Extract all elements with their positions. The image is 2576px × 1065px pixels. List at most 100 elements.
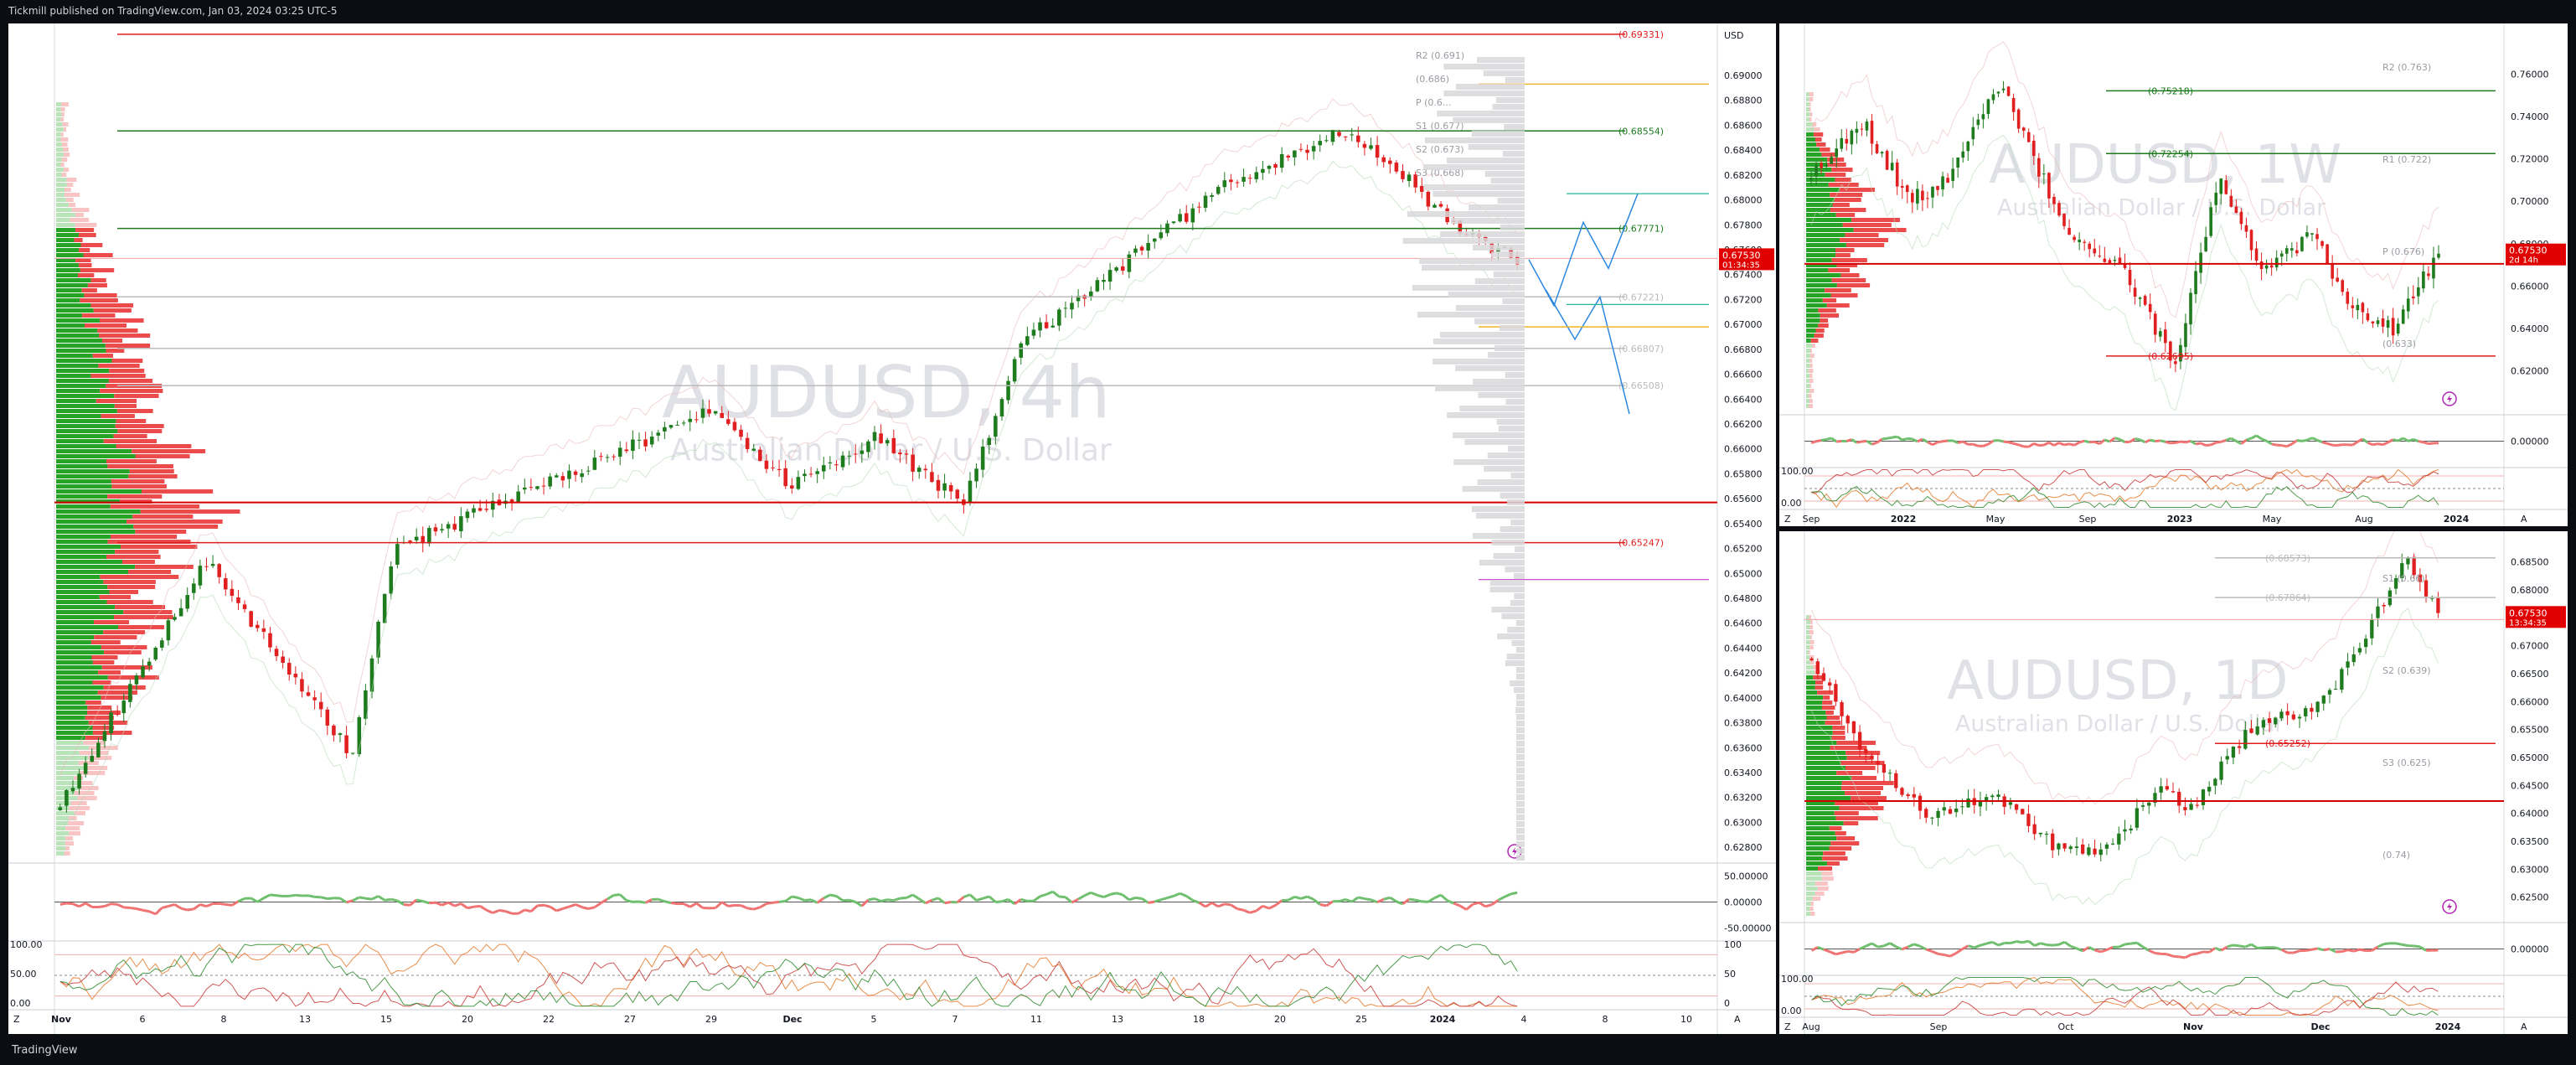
oscillator-segment: [931, 897, 939, 902]
candle-body: [2391, 318, 2395, 336]
oscillator-segment: [1300, 895, 1308, 900]
volume-profile-bar-down: [1851, 218, 1900, 222]
oscillator-segment: [2058, 442, 2065, 447]
chart-pane-1w[interactable]: AUDUSD, 1W Australian Dollar / U.S. Dolla…: [1779, 23, 2568, 526]
visible-range-profile-bar: [1484, 171, 1525, 177]
chart-4h[interactable]: AUDUSD, 4hAustralian Dollar / U.S. Dolla…: [8, 23, 1776, 1034]
volume-profile-bar-up: [56, 494, 108, 499]
volume-profile-bar-up: [56, 323, 85, 328]
volume-profile-bar-down: [92, 354, 113, 358]
visible-range-profile-bar: [1516, 848, 1525, 854]
candle-body: [249, 611, 253, 627]
visible-range-profile-bar: [1478, 392, 1525, 398]
y-tick-label: 0.67200: [1724, 294, 1763, 305]
volume-profile-bar-down: [1836, 836, 1856, 840]
visible-range-profile-bar: [1490, 178, 1525, 184]
candle-body: [2231, 747, 2236, 758]
candle-body: [1318, 141, 1323, 146]
visible-range-profile-bar: [1412, 285, 1525, 291]
candle-body: [942, 483, 947, 491]
visible-range-profile-bar: [1494, 345, 1525, 351]
oscillator-segment: [728, 903, 736, 907]
x-tick-label: Sep: [1803, 514, 1820, 525]
candle-body: [2224, 180, 2228, 194]
volume-profile-bar-down: [116, 444, 192, 448]
visible-range-profile-bar: [1504, 124, 1525, 130]
volume-profile-bar-up: [56, 670, 99, 675]
oscillator-segment: [626, 899, 633, 903]
volume-profile-bar-up: [56, 399, 96, 403]
oscillator-segment: [842, 898, 849, 902]
x-tick-label: 20: [462, 1014, 473, 1025]
volume-profile-bar-up: [56, 610, 124, 614]
candle-body: [1044, 322, 1049, 328]
pivot-label: (0.686): [1416, 74, 1449, 85]
visible-range-profile-bar: [1500, 225, 1525, 230]
volume-profile-bar-down: [1828, 183, 1859, 187]
candle-body: [713, 411, 718, 414]
volume-profile-bar-down: [1821, 871, 1833, 876]
axis-button-a: A: [2521, 1021, 2527, 1032]
volume-profile-bar-up: [1806, 861, 1827, 866]
visible-range-profile-bar: [1505, 77, 1525, 83]
y-tick-label: 0.64000: [1724, 693, 1763, 704]
candle-body: [2037, 158, 2041, 177]
oscillator-segment: [2057, 940, 2066, 946]
candle-body: [1012, 359, 1017, 382]
candle-body: [1936, 185, 1939, 190]
candle-body: [1401, 171, 1405, 179]
candle-body: [274, 649, 279, 657]
volume-profile-bar-up: [56, 158, 62, 162]
candle-body: [1845, 138, 1849, 144]
volume-profile-bar-down: [78, 761, 99, 765]
volume-profile-bar-down: [1842, 223, 1892, 227]
volume-profile-bar-down: [78, 263, 92, 267]
watermark-sub: Australian Dollar / U.S. Dollar: [1955, 711, 2284, 737]
volume-profile-bar-up: [1806, 339, 1811, 343]
volume-profile-bar-up: [1806, 117, 1809, 121]
key-level-label: (0.65252): [2265, 738, 2310, 749]
oscillator-segment: [835, 895, 844, 902]
candle-body: [185, 595, 189, 609]
candle-body: [1006, 380, 1010, 401]
oscillator-segment: [1051, 890, 1061, 898]
visible-range-profile-bar: [1507, 446, 1525, 452]
candle-body: [121, 701, 126, 714]
oscillator-segment: [2371, 945, 2379, 952]
oscillator-segment: [1998, 439, 2004, 443]
volume-profile-bar-up: [56, 590, 110, 594]
candle-body: [2249, 728, 2253, 733]
volume-profile-bar-up: [56, 384, 106, 388]
volume-profile-bar-up: [56, 479, 111, 483]
oscillator-segment: [237, 897, 245, 903]
chart-1d[interactable]: AUDUSD, 1DAustralian Dollar / U.S. Dolla…: [1779, 531, 2568, 1034]
oscillator-segment: [168, 903, 175, 907]
volume-profile-bar-down: [135, 565, 194, 569]
volume-profile-bar-up: [56, 660, 93, 664]
volume-profile-bar-up: [56, 188, 65, 192]
volume-profile-bar-up: [1806, 122, 1813, 127]
visible-range-profile-bar: [1453, 459, 1525, 465]
volume-profile-bar-down: [1822, 856, 1848, 861]
y-tick-label: 0.65000: [1724, 568, 1763, 579]
volume-profile-bar-down: [1841, 786, 1883, 790]
volume-profile-bar-down: [133, 525, 219, 529]
volume-profile-bar-down: [1820, 318, 1829, 323]
chart-pane-1d[interactable]: AUDUSD, 1D Australian Dollar / U.S. Dolla…: [1779, 531, 2568, 1034]
volume-profile-bar-up: [56, 303, 91, 308]
volume-profile-bar-up: [56, 771, 80, 775]
visible-range-profile-bar: [1459, 406, 1525, 411]
candle-body: [2204, 236, 2207, 251]
oscillator-segment: [2165, 440, 2171, 445]
volume-profile-bar-up: [56, 339, 102, 343]
oscillator-segment: [2098, 438, 2106, 445]
oscillator-segment: [66, 902, 74, 906]
chart-pane-4h[interactable]: AUDUSD, 4h Australian Dollar / U.S. Dolla…: [8, 23, 1776, 1034]
key-level-label: (0.69331): [1618, 29, 1664, 40]
pivot-label: R2 (0.691): [1416, 50, 1464, 61]
volume-profile-bar-up: [1806, 761, 1841, 765]
chart-1w[interactable]: AUDUSD, 1WAustralian Dollar / U.S. Dolla…: [1779, 23, 2568, 526]
candle-body: [930, 472, 934, 483]
volume-profile-bar-down: [84, 293, 117, 297]
candle-body: [2422, 271, 2425, 289]
